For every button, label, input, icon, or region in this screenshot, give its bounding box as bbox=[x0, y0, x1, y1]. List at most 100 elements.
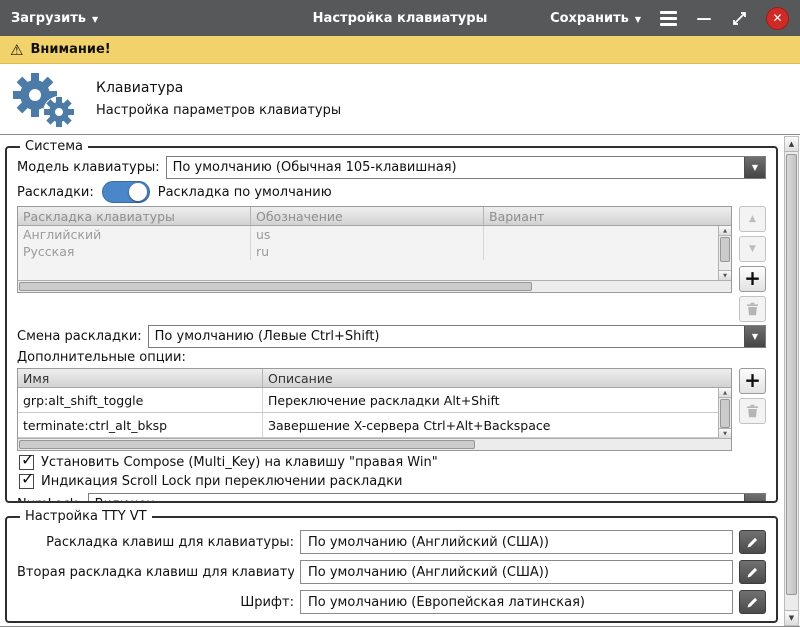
expand-icon bbox=[732, 11, 746, 25]
table-row[interactable]: Русская ru bbox=[18, 243, 731, 260]
scroll-down-icon[interactable]: ▼ bbox=[719, 428, 731, 438]
add-layout-button[interactable]: + bbox=[739, 266, 766, 292]
tty-layout-label: Раскладка клавиш для клавиатуры: bbox=[46, 534, 294, 550]
keyboard-settings-window: Загрузить ▼ Настройка клавиатуры Сохрани… bbox=[0, 0, 800, 627]
options-table-buttons: + bbox=[739, 368, 766, 424]
titlebar: Загрузить ▼ Настройка клавиатуры Сохрани… bbox=[0, 0, 800, 36]
layouts-table-buttons: ▲ ▼ + bbox=[739, 206, 766, 322]
menu-button[interactable] bbox=[660, 10, 677, 26]
column-header-code: Обозначение bbox=[251, 207, 484, 225]
layouts-row: Раскладки: Раскладка по умолчанию bbox=[17, 181, 766, 203]
edit-tty-font-button[interactable] bbox=[739, 590, 766, 614]
numlock-row: NumLock: Включен ▼ bbox=[17, 493, 766, 501]
options-table-vscrollbar: ▲ ▼ bbox=[718, 388, 731, 438]
move-down-button[interactable]: ▼ bbox=[739, 236, 766, 262]
edit-tty-layout-button[interactable] bbox=[739, 530, 766, 554]
compose-checkbox-label: Установить Compose (Multi_Key) на клавиш… bbox=[41, 455, 438, 470]
table-row[interactable]: terminate:ctrl_alt_bksp Завершение X-сер… bbox=[18, 413, 731, 438]
close-icon: ✕ bbox=[772, 11, 783, 25]
load-menu-label: Загрузить bbox=[11, 10, 86, 26]
keyboard-model-label: Модель клавиатуры: bbox=[17, 160, 160, 175]
scroll-up-button[interactable]: ▲ bbox=[785, 137, 798, 152]
default-layout-toggle[interactable] bbox=[101, 181, 150, 203]
minimize-button[interactable]: — bbox=[696, 9, 712, 27]
layout-switch-label: Смена раскладки: bbox=[17, 329, 142, 344]
trash-icon bbox=[747, 302, 758, 316]
save-menu-label: Сохранить bbox=[550, 10, 629, 26]
options-table-body: grp:alt_shift_toggle Переключение раскла… bbox=[18, 388, 731, 438]
compose-checkbox[interactable]: ✓ bbox=[19, 450, 34, 470]
maximize-button[interactable] bbox=[731, 10, 747, 26]
scrollbar-thumb[interactable] bbox=[720, 237, 730, 262]
layout-switch-select[interactable]: По умолчанию (Левые Ctrl+Shift) ▼ bbox=[147, 325, 766, 348]
delete-layout-button[interactable] bbox=[739, 296, 766, 322]
warning-text: Внимание! bbox=[30, 42, 111, 57]
layouts-label: Раскладки: bbox=[17, 184, 94, 200]
layouts-table: Раскладка клавиатуры Обозначение Вариант… bbox=[17, 206, 732, 293]
default-layout-toggle-label: Раскладка по умолчанию bbox=[157, 184, 332, 200]
tty-font-row: Шрифт: По умолчанию (Европейская латинск… bbox=[17, 590, 766, 614]
caret-down-icon: ▼ bbox=[92, 14, 99, 24]
numlock-select[interactable]: Включен ▼ bbox=[87, 493, 766, 501]
keyboard-model-value: По умолчанию (Обычная 105-клавишная) bbox=[172, 160, 457, 175]
system-fieldset: Система Модель клавиатуры: По умолчанию … bbox=[5, 139, 778, 503]
dropdown-arrow-icon: ▼ bbox=[744, 326, 765, 347]
check-icon: ✓ bbox=[21, 469, 35, 488]
gears-icon bbox=[13, 73, 75, 128]
numlock-label: NumLock: bbox=[17, 497, 82, 501]
close-button[interactable]: ✕ bbox=[766, 6, 789, 30]
column-header-name: Имя bbox=[18, 369, 263, 387]
scroll-down-icon[interactable]: ▼ bbox=[719, 270, 731, 280]
pencil-icon bbox=[747, 567, 758, 577]
minimize-icon: — bbox=[696, 9, 712, 27]
page-title: Клавиатура bbox=[96, 80, 184, 96]
column-header-layout: Раскладка клавиатуры bbox=[18, 207, 251, 225]
tty-second-layout-field[interactable]: По умолчанию (Английский (США)) bbox=[300, 560, 733, 584]
options-table-header: Имя Описание bbox=[18, 369, 731, 388]
extra-options-label: Дополнительные опции: bbox=[17, 350, 186, 365]
dropdown-arrow-icon: ▼ bbox=[744, 157, 765, 178]
load-menu-button[interactable]: Загрузить ▼ bbox=[11, 11, 98, 26]
options-table-area: Имя Описание grp:alt_shift_toggle Перекл… bbox=[17, 368, 766, 451]
pencil-icon bbox=[747, 597, 758, 607]
tty-font-label: Шрифт: bbox=[240, 594, 294, 610]
warning-icon: ⚠ bbox=[10, 40, 24, 59]
move-up-button[interactable]: ▲ bbox=[739, 206, 766, 232]
scrollbar-thumb[interactable] bbox=[720, 399, 730, 428]
plus-icon: + bbox=[744, 368, 761, 392]
scroll-up-icon[interactable]: ▲ bbox=[719, 226, 731, 236]
tty-layout-row: Раскладка клавиш для клавиатуры: По умол… bbox=[17, 530, 766, 554]
tty-second-layout-label: Вторая раскладка клавиш для клавиатуры: bbox=[17, 564, 294, 580]
table-row[interactable]: grp:alt_shift_toggle Переключение раскла… bbox=[18, 388, 731, 413]
scrollbar-thumb[interactable] bbox=[19, 440, 476, 449]
arrow-down-icon: ▼ bbox=[749, 244, 756, 254]
delete-option-button[interactable] bbox=[739, 398, 766, 424]
scroll-down-button[interactable]: ▼ bbox=[785, 610, 798, 625]
scrolllock-checkbox[interactable]: ✓ bbox=[19, 469, 34, 489]
options-table-hscrollbar bbox=[18, 438, 731, 450]
scrollbar-thumb[interactable] bbox=[786, 154, 797, 595]
tty-fieldset: Настройка TTY VT Раскладка клавиш для кл… bbox=[5, 509, 778, 623]
table-row[interactable]: Английский us bbox=[18, 226, 731, 243]
layouts-table-vscrollbar: ▲ ▼ bbox=[718, 226, 731, 280]
column-header-variant: Вариант bbox=[489, 208, 545, 224]
options-table: Имя Описание grp:alt_shift_toggle Перекл… bbox=[17, 368, 732, 451]
tty-layout-field[interactable]: По умолчанию (Английский (США)) bbox=[300, 530, 733, 554]
scrollbar-thumb[interactable] bbox=[19, 282, 533, 291]
scroll-up-icon[interactable]: ▲ bbox=[719, 388, 731, 398]
column-header-description: Описание bbox=[268, 370, 333, 386]
keyboard-model-row: Модель клавиатуры: По умолчанию (Обычная… bbox=[17, 156, 766, 179]
save-menu-button[interactable]: Сохранить ▼ bbox=[550, 11, 641, 26]
layouts-table-body: Английский us Русская ru ▲ ▼ bbox=[18, 226, 731, 280]
system-legend: Система bbox=[25, 139, 84, 154]
edit-tty-second-layout-button[interactable] bbox=[739, 560, 766, 584]
layouts-table-header: Раскладка клавиатуры Обозначение Вариант bbox=[18, 207, 731, 226]
add-option-button[interactable]: + bbox=[739, 368, 766, 394]
scrolllock-checkbox-label: Индикация Scroll Lock при переключении р… bbox=[41, 474, 403, 489]
check-icon: ✓ bbox=[21, 450, 35, 469]
compose-checkbox-row: ✓ Установить Compose (Multi_Key) на клав… bbox=[19, 450, 764, 470]
tty-legend: Настройка TTY VT bbox=[25, 509, 147, 524]
plus-icon: + bbox=[744, 266, 761, 290]
tty-font-field[interactable]: По умолчанию (Европейская латинская) bbox=[300, 590, 733, 614]
keyboard-model-select[interactable]: По умолчанию (Обычная 105-клавишная) ▼ bbox=[165, 156, 766, 179]
